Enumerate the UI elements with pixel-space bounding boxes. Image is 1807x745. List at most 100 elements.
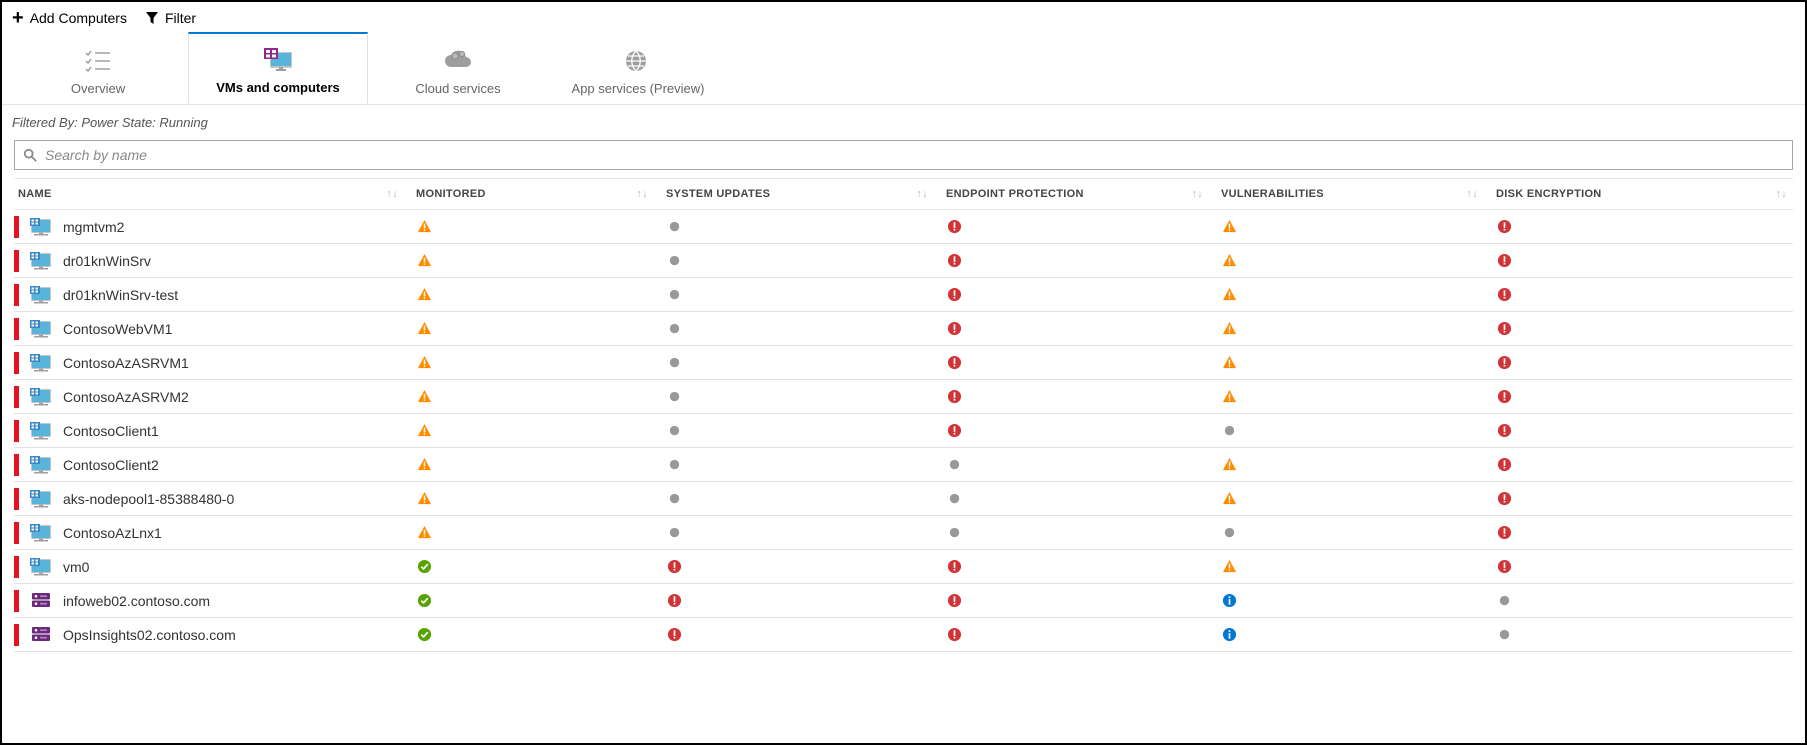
status-gray-icon [666, 389, 682, 405]
add-computers-button[interactable]: + Add Computers [12, 8, 127, 28]
server-icon [29, 590, 53, 612]
status-gray-icon [1496, 627, 1512, 643]
severity-bar [14, 250, 19, 272]
status-warn-icon [416, 389, 432, 405]
resource-name: dr01knWinSrv [63, 253, 151, 269]
status-info-icon [1221, 627, 1237, 643]
status-warn-icon [1221, 355, 1237, 371]
status-err-icon [946, 321, 962, 337]
status-gray-icon [666, 287, 682, 303]
status-warn-icon [1221, 219, 1237, 235]
status-err-icon [946, 627, 962, 643]
column-header-system-updates[interactable]: SYSTEM UPDATES↑↓ [654, 188, 934, 200]
sort-icon: ↑↓ [1466, 188, 1478, 200]
column-header-disk-encryption[interactable]: DISK ENCRYPTION ↑↓ [1484, 188, 1793, 200]
status-err-icon [666, 559, 682, 575]
status-err-icon [1496, 491, 1512, 507]
status-gray-icon [666, 457, 682, 473]
status-warn-icon [1221, 559, 1237, 575]
status-err-icon [1496, 253, 1512, 269]
column-header-endpoint-protection[interactable]: ENDPOINT PROTECTION↑↓ [934, 188, 1209, 200]
tab-icon [624, 47, 652, 75]
severity-bar [14, 284, 19, 306]
table-row[interactable]: ContosoAzASRVM2 [14, 380, 1793, 414]
table-row[interactable]: dr01knWinSrv-test [14, 278, 1793, 312]
filtered-by-text: Filtered By: Power State: Running [2, 105, 1805, 140]
status-gray-icon [666, 355, 682, 371]
tab-app-services-preview[interactable]: App services (Preview) [548, 32, 728, 104]
severity-bar [14, 556, 19, 578]
tab-icon [444, 47, 472, 75]
column-label: SYSTEM UPDATES [666, 188, 770, 200]
status-err-icon [1496, 219, 1512, 235]
tab-vms-and-computers[interactable]: VMs and computers [188, 32, 368, 104]
status-err-icon [666, 593, 682, 609]
column-header-vulnerabilities[interactable]: VULNERABILITIES↑↓ [1209, 188, 1484, 200]
resource-name: OpsInsights02.contoso.com [63, 627, 236, 643]
status-gray-icon [946, 457, 962, 473]
resource-name: mgmtvm2 [63, 219, 124, 235]
status-info-icon [1221, 593, 1237, 609]
table-row[interactable]: ContosoWebVM1 [14, 312, 1793, 346]
plus-icon: + [12, 8, 24, 28]
status-warn-icon [416, 287, 432, 303]
status-warn-icon [416, 355, 432, 371]
tab-overview[interactable]: Overview [8, 32, 188, 104]
table-row[interactable]: ContosoClient1 [14, 414, 1793, 448]
resource-name: aks-nodepool1-85388480-0 [63, 491, 234, 507]
resource-name: dr01knWinSrv-test [63, 287, 178, 303]
status-err-icon [946, 253, 962, 269]
search-input[interactable] [43, 146, 1784, 164]
table-row[interactable]: vm0 [14, 550, 1793, 584]
status-err-icon [1496, 287, 1512, 303]
table-row[interactable]: OpsInsights02.contoso.com [14, 618, 1793, 652]
severity-bar [14, 318, 19, 340]
column-header-name[interactable]: NAME↑↓ [14, 188, 404, 200]
vm-icon [29, 386, 53, 408]
vm-icon [29, 216, 53, 238]
status-warn-icon [1221, 321, 1237, 337]
table-row[interactable]: infoweb02.contoso.com [14, 584, 1793, 618]
table-row[interactable]: ContosoClient2 [14, 448, 1793, 482]
tabs: Overview VMs and computers Cloud service… [2, 32, 1805, 105]
tab-cloud-services[interactable]: Cloud services [368, 32, 548, 104]
severity-bar [14, 488, 19, 510]
status-warn-icon [416, 457, 432, 473]
status-err-icon [1496, 559, 1512, 575]
status-warn-icon [1221, 491, 1237, 507]
status-err-icon [946, 355, 962, 371]
resource-name: ContosoAzASRVM2 [63, 389, 189, 405]
severity-bar [14, 454, 19, 476]
table-row[interactable]: mgmtvm2 [14, 210, 1793, 244]
table-row[interactable]: aks-nodepool1-85388480-0 [14, 482, 1793, 516]
search-icon [23, 148, 37, 162]
tab-icon [264, 46, 292, 74]
filter-button[interactable]: Filter [145, 10, 196, 26]
status-ok-icon [416, 559, 432, 575]
table-row[interactable]: dr01knWinSrv [14, 244, 1793, 278]
status-gray-icon [1496, 593, 1512, 609]
resource-name: ContosoClient1 [63, 423, 159, 439]
column-header-monitored[interactable]: MONITORED↑↓ [404, 188, 654, 200]
resource-name: ContosoWebVM1 [63, 321, 172, 337]
status-warn-icon [416, 321, 432, 337]
column-label: ENDPOINT PROTECTION [946, 188, 1084, 200]
search-box[interactable] [14, 140, 1793, 170]
status-err-icon [946, 219, 962, 235]
status-err-icon [1496, 457, 1512, 473]
status-gray-icon [946, 491, 962, 507]
column-label: DISK ENCRYPTION [1496, 188, 1602, 200]
status-err-icon [1496, 423, 1512, 439]
vm-icon [29, 522, 53, 544]
vm-icon [29, 556, 53, 578]
status-warn-icon [416, 491, 432, 507]
status-err-icon [946, 389, 962, 405]
column-label: NAME [18, 188, 52, 200]
status-gray-icon [946, 525, 962, 541]
severity-bar [14, 216, 19, 238]
table-row[interactable]: ContosoAzASRVM1 [14, 346, 1793, 380]
status-gray-icon [666, 491, 682, 507]
sort-icon: ↑↓ [1775, 188, 1787, 200]
table-row[interactable]: ContosoAzLnx1 [14, 516, 1793, 550]
vm-icon [29, 454, 53, 476]
